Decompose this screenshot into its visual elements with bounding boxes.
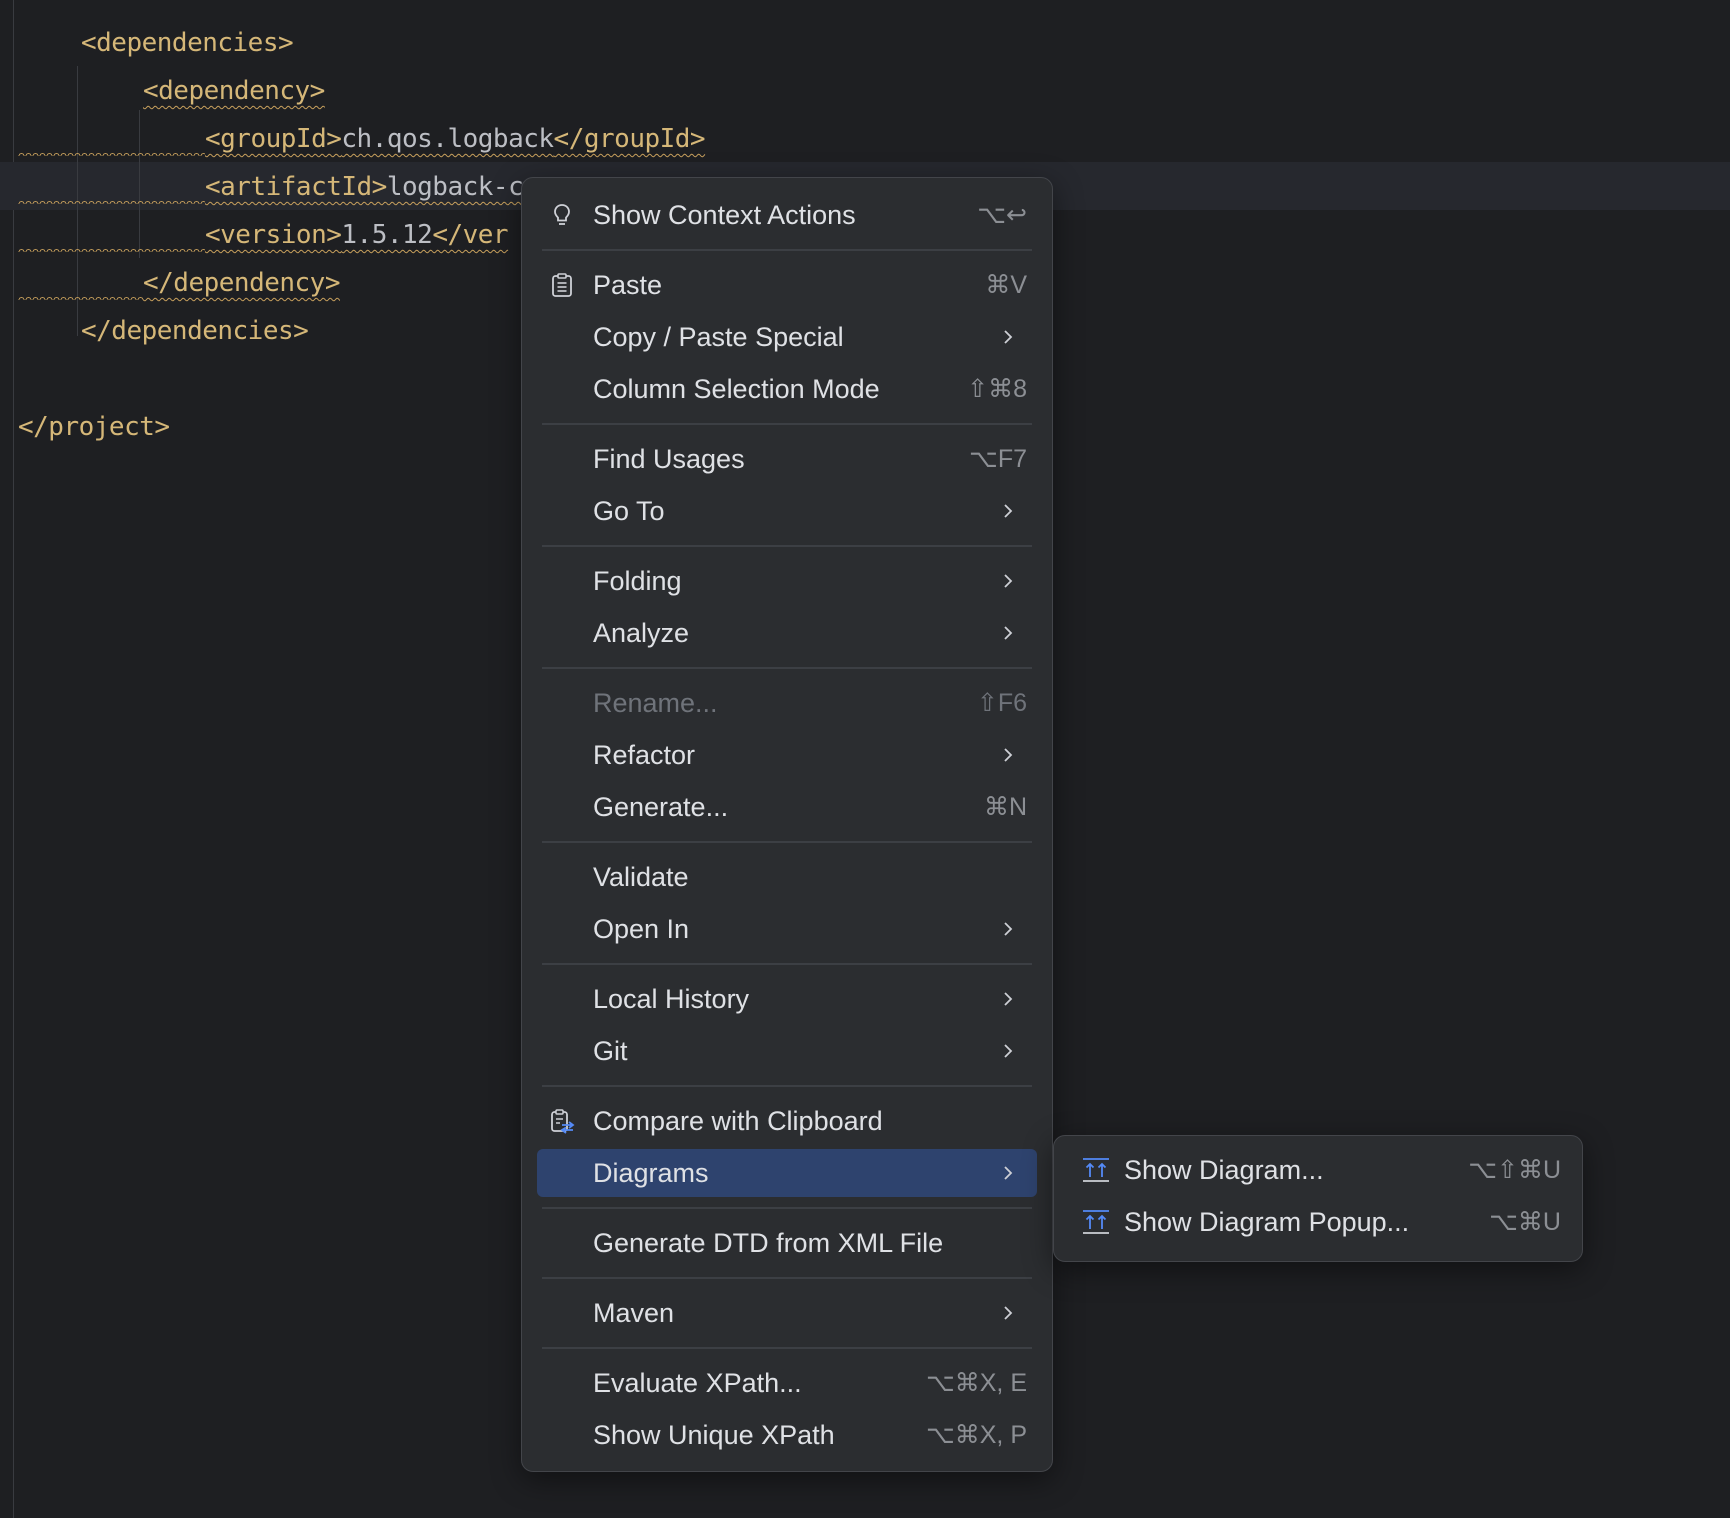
chevron-right-icon <box>1004 992 1013 1006</box>
chevron-right-icon <box>1004 748 1013 762</box>
chevron-right-icon <box>1004 574 1013 588</box>
menu-item-git[interactable]: Git <box>537 1027 1037 1075</box>
code-line: <dependencies> <box>81 28 294 58</box>
menu-item-paste[interactable]: Paste ⌘V <box>537 261 1037 309</box>
menu-item-folding[interactable]: Folding <box>537 557 1037 605</box>
lightbulb-icon <box>554 204 570 225</box>
menu-separator <box>542 1085 1032 1087</box>
compare-clipboard-icon <box>551 1109 575 1134</box>
code-line: <version>1.5.12</ver <box>205 220 509 250</box>
chevron-right-icon <box>1004 504 1013 518</box>
submenu-item-show-diagram-popup[interactable]: Show Diagram Popup... ⌥⌘U <box>1066 1198 1566 1246</box>
menu-item-rename: Rename... ⇧F6 <box>593 688 1027 718</box>
chevron-right-icon <box>1004 922 1013 936</box>
menu-item-column-selection-mode[interactable]: Column Selection Mode ⇧⌘8 <box>537 365 1037 413</box>
chevron-right-icon <box>1004 330 1013 344</box>
menu-separator <box>542 1277 1032 1279</box>
code-line: </dependencies> <box>81 316 309 346</box>
menu-item-find-usages[interactable]: Find Usages ⌥F7 <box>537 435 1037 483</box>
menu-item-diagrams[interactable]: Diagrams <box>537 1149 1037 1197</box>
clipboard-icon <box>552 273 572 297</box>
code-line: </dependency> <box>143 268 341 298</box>
menu-item-validate[interactable]: Validate <box>537 853 1037 901</box>
diagram-icon <box>1083 1210 1109 1234</box>
menu-item-local-history[interactable]: Local History <box>537 975 1037 1023</box>
menu-item-analyze[interactable]: Analyze <box>537 609 1037 657</box>
warning-squiggle <box>18 198 205 204</box>
menu-separator <box>542 963 1032 965</box>
menu-separator <box>542 667 1032 669</box>
menu-item-show-unique-xpath[interactable]: Show Unique XPath ⌥⌘X, P <box>537 1411 1037 1459</box>
warning-squiggle <box>18 294 143 300</box>
indent-guide <box>139 110 140 258</box>
chevron-right-icon <box>1004 1166 1013 1180</box>
menu-item-copy-paste-special[interactable]: Copy / Paste Special <box>537 313 1037 361</box>
submenu-item-show-diagram[interactable]: Show Diagram... ⌥⇧⌘U <box>1066 1146 1566 1194</box>
diagram-icon <box>1083 1158 1109 1182</box>
menu-item-generate[interactable]: Generate... ⌘N <box>537 783 1037 831</box>
chevron-right-icon <box>1004 626 1013 640</box>
warning-squiggle <box>18 246 205 252</box>
code-line: </project> <box>18 412 170 442</box>
menu-separator <box>542 545 1032 547</box>
chevron-right-icon <box>1004 1044 1013 1058</box>
menu-item-evaluate-xpath[interactable]: Evaluate XPath... ⌥⌘X, E <box>537 1359 1037 1407</box>
menu-item-compare-with-clipboard[interactable]: Compare with Clipboard <box>537 1097 1037 1145</box>
menu-item-refactor[interactable]: Refactor <box>537 731 1037 779</box>
code-line: <artifactId>logback-c <box>205 172 524 202</box>
menu-item-show-context-actions[interactable]: Show Context Actions ⌥↩ <box>537 191 1037 239</box>
menu-separator <box>542 1347 1032 1349</box>
menu-separator <box>542 841 1032 843</box>
menu-item-go-to[interactable]: Go To <box>537 487 1037 535</box>
code-line: <groupId>ch.qos.logback</groupId> <box>205 124 706 154</box>
context-menu: Show Context Actions ⌥↩ Paste ⌘V Copy / … <box>521 177 1053 1472</box>
menu-separator <box>542 423 1032 425</box>
chevron-right-icon <box>1004 1306 1013 1320</box>
menu-item-maven[interactable]: Maven <box>537 1289 1037 1337</box>
menu-separator <box>542 1207 1032 1209</box>
diagrams-submenu: Show Diagram... ⌥⇧⌘U Show Diagram Popup.… <box>1053 1135 1583 1262</box>
warning-squiggle <box>18 150 205 156</box>
menu-item-generate-dtd[interactable]: Generate DTD from XML File <box>537 1219 1037 1267</box>
menu-separator <box>542 249 1032 251</box>
code-line: <dependency> <box>143 76 325 106</box>
menu-item-open-in[interactable]: Open In <box>537 905 1037 953</box>
